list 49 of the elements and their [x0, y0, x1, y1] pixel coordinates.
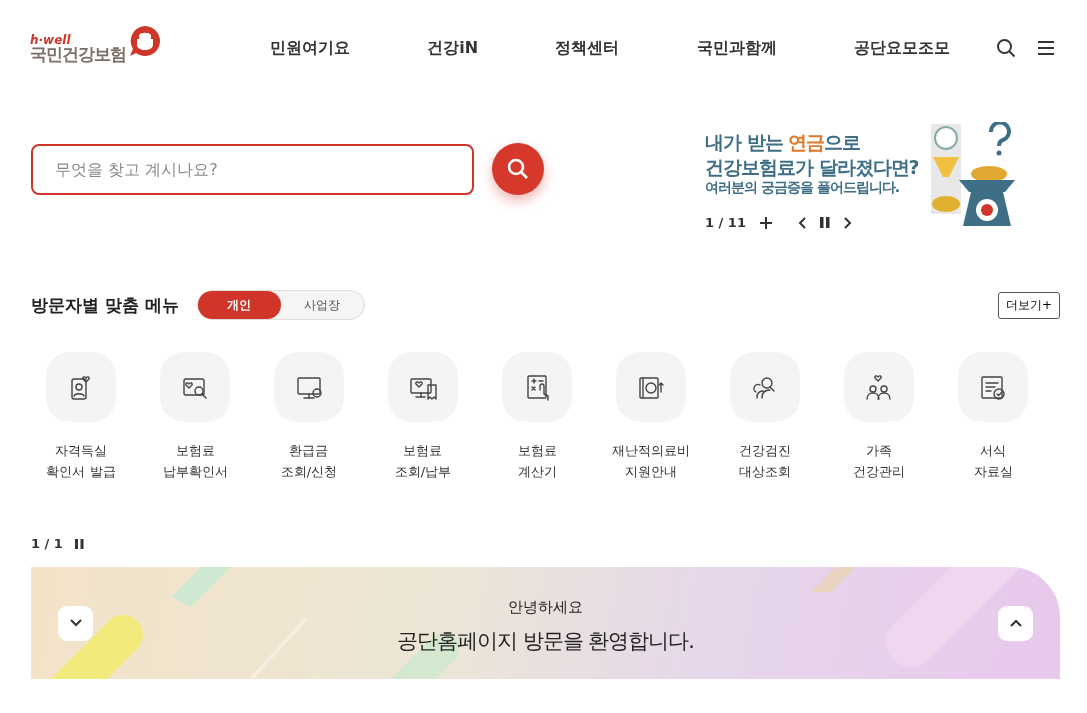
- menu-icon-tile[interactable]: [160, 352, 230, 422]
- menu-icon-tile[interactable]: [844, 352, 914, 422]
- plus-icon[interactable]: [759, 216, 772, 229]
- menu-icon-tile[interactable]: [388, 352, 458, 422]
- welcome-message: 공단홈페이지 방문을 환영합니다.: [397, 627, 694, 655]
- menu-icon-tile[interactable]: [46, 352, 116, 422]
- menu-label[interactable]: 환급금 조회/신청: [280, 440, 338, 482]
- promo-headline: 내가 받는 연금으로: [705, 130, 862, 155]
- search-icon: [506, 157, 530, 181]
- audience-tab[interactable]: 사업장: [280, 291, 364, 319]
- previous-icon[interactable]: [797, 216, 806, 229]
- menu-label[interactable]: 재난적의료비 지원안내: [612, 440, 690, 482]
- search-field[interactable]: 무엇을 찾고 계시나요?: [31, 143, 474, 195]
- expand-button[interactable]: [58, 605, 93, 641]
- chevron-down-icon: [69, 619, 82, 627]
- menu-icon-tile[interactable]: [616, 352, 686, 422]
- chevron-up-icon: [1009, 619, 1022, 627]
- section-title: 방문자별 맞춤 메뉴: [31, 293, 179, 317]
- collapse-button[interactable]: [998, 605, 1033, 641]
- nav-link[interactable]: 공단요모조모: [854, 37, 950, 59]
- more-button[interactable]: 더보기+: [997, 291, 1060, 319]
- nav-link[interactable]: 정책센터: [555, 37, 620, 59]
- menu-icon-tile[interactable]: [730, 352, 800, 422]
- next-icon[interactable]: [843, 216, 852, 229]
- welcome-greeting: 안녕하세요: [508, 597, 583, 617]
- nav-link[interactable]: 건강iN: [427, 37, 479, 59]
- slide-counter: 1 / 11: [705, 215, 746, 231]
- slide-counter: 1 / 1: [31, 536, 63, 551]
- pause-icon[interactable]: [74, 538, 84, 549]
- search-button[interactable]: [492, 143, 544, 195]
- nav-link[interactable]: 국민과함께: [696, 37, 777, 59]
- menu-icon-tile[interactable]: [274, 352, 344, 422]
- audience-tab[interactable]: 개인: [197, 291, 281, 319]
- menu-label[interactable]: 자격득실 확인서 발급: [46, 440, 116, 482]
- menu-icon-tile[interactable]: [958, 352, 1028, 422]
- logo-wordmark: 국민건강보험: [30, 45, 126, 63]
- menu-label[interactable]: 보험료 납부확인서: [162, 440, 228, 482]
- logo-tagline: h·well: [30, 33, 72, 46]
- promo-headline: 건강보험료가 달라졌다면?: [705, 154, 919, 180]
- menu-label[interactable]: 가족 건강관리: [853, 440, 905, 482]
- promo-subtitle: 여러분의 궁금증을 풀어드립니다.: [705, 179, 901, 198]
- nav-link[interactable]: 민원여기요: [270, 37, 350, 59]
- menu-label[interactable]: 서식 자료실: [973, 440, 1013, 482]
- menu-icon-tile[interactable]: [502, 352, 572, 422]
- logo-mark-icon: [128, 23, 162, 58]
- menu-label[interactable]: 건강검진 대상조회: [739, 440, 791, 482]
- pause-icon[interactable]: [819, 217, 830, 229]
- menu-label[interactable]: 보험료 계산기: [517, 440, 557, 482]
- menu-label[interactable]: 보험료 조회/납부: [394, 440, 452, 482]
